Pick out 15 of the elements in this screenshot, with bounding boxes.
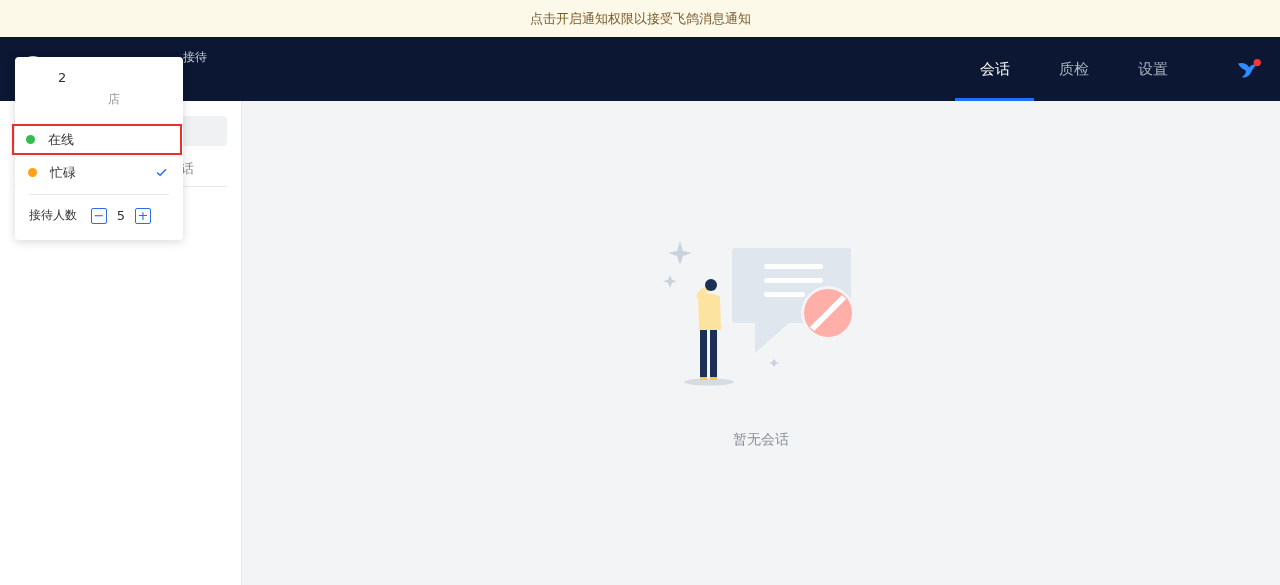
shop-name: 店 <box>108 91 121 108</box>
status-option[interactable]: 忙碌 <box>15 157 183 188</box>
nav-tab[interactable]: 设置 <box>1113 37 1192 101</box>
bird-icon[interactable] <box>1236 58 1262 80</box>
banner-text: 点击开启通知权限以接受飞鸽消息通知 <box>529 9 751 28</box>
status-option[interactable]: 在线 <box>12 124 182 155</box>
user-name: 2 <box>58 70 68 85</box>
empty-state-text: 暂无会话 <box>733 431 789 449</box>
nav-tab[interactable]: 质检 <box>1034 37 1113 101</box>
notification-banner[interactable]: 点击开启通知权限以接受飞鸽消息通知 <box>0 0 1280 37</box>
capacity-label: 接待人数 <box>29 207 77 224</box>
capacity-value: 5 <box>115 208 127 223</box>
increase-button[interactable]: + <box>135 207 151 224</box>
header-stat: 接待 <box>183 49 207 66</box>
decrease-button[interactable]: − <box>91 207 107 224</box>
